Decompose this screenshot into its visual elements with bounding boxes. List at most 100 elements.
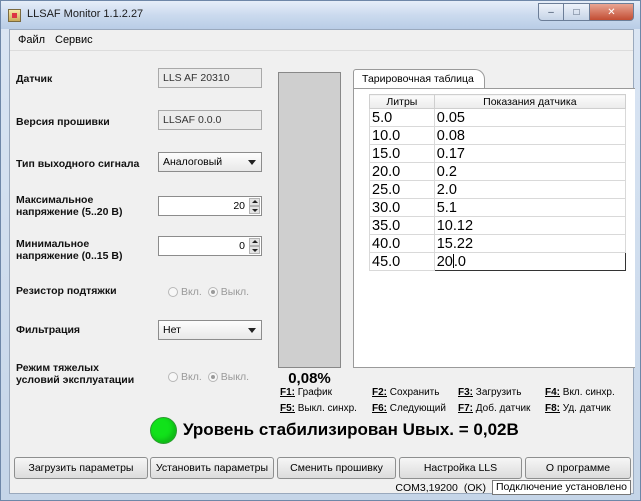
menu-file[interactable]: Файл: [18, 34, 45, 46]
max-voltage-label: Максимальное напряжение (5..20 В): [16, 194, 122, 218]
min-voltage-spinner[interactable]: 0: [158, 236, 262, 256]
min-voltage-label-line1: Минимальное: [16, 238, 90, 250]
connection-status: Подключение установлено: [492, 480, 631, 495]
shortcut-key: F3:: [458, 387, 473, 398]
max-voltage-label-line2: напряжение (5..20 В): [16, 206, 123, 218]
cell-liters[interactable]: 5.0: [369, 108, 435, 127]
output-type-label: Тип выходного сигнала: [16, 158, 140, 170]
close-icon[interactable]: ✕: [590, 3, 634, 21]
spinner-up-icon[interactable]: [249, 238, 260, 246]
port-info: COM3,19200: [395, 481, 458, 494]
cell-reading[interactable]: 0.08: [433, 126, 627, 145]
shortcut-text: Вкл. синхр.: [560, 387, 615, 398]
pullup-on-radio[interactable]: [168, 287, 178, 297]
cell-liters[interactable]: 35.0: [369, 216, 435, 235]
pullup-off-label: Выкл.: [220, 286, 250, 298]
cell-liters[interactable]: 45.0: [369, 252, 435, 271]
menu-service[interactable]: Сервис: [55, 34, 93, 46]
table-row: 40.0 15.22: [369, 234, 627, 253]
tab-calibration-table[interactable]: Тарировочная таблица: [353, 69, 485, 89]
spinner-up-icon[interactable]: [249, 198, 260, 206]
shortcut-key: F7:: [458, 403, 473, 414]
filter-value: Нет: [163, 324, 181, 336]
output-type-value: Аналоговый: [163, 156, 223, 168]
cell-liters[interactable]: 25.0: [369, 180, 435, 199]
shortcut-key: F8:: [545, 403, 560, 414]
shortcut-f4[interactable]: F4: Вкл. синхр.: [545, 387, 615, 398]
minimize-icon[interactable]: –: [538, 3, 564, 21]
table-row: 25.0 2.0: [369, 180, 627, 199]
heavy-mode-radio-group: Вкл. Выкл.: [168, 371, 249, 383]
spinner-down-icon[interactable]: [249, 206, 260, 214]
cell-reading[interactable]: 2.0: [433, 180, 627, 199]
cell-reading[interactable]: 15.22: [433, 234, 627, 253]
shortcut-f8[interactable]: F8: Уд. датчик: [545, 403, 611, 414]
heavy-mode-label: Режим тяжелых условий эксплуатации: [16, 362, 134, 386]
cell-liters[interactable]: 40.0: [369, 234, 435, 253]
cell-liters[interactable]: 30.0: [369, 198, 435, 217]
cell-reading[interactable]: 0.17: [433, 144, 627, 163]
chevron-down-icon: [248, 328, 256, 333]
change-firmware-button[interactable]: Сменить прошивку: [277, 457, 396, 479]
table-row: 15.0 0.17: [369, 144, 627, 163]
port-ok: (OK): [463, 481, 486, 494]
lls-settings-button[interactable]: Настройка LLS: [399, 457, 522, 479]
shortcut-text: Доб. датчик: [473, 403, 531, 414]
max-voltage-label-line1: Максимальное: [16, 194, 94, 206]
pullup-label: Резистор подтяжки: [16, 285, 117, 297]
sensor-field: LLS AF 20310: [158, 68, 262, 88]
table-row: 10.0 0.08: [369, 126, 627, 145]
load-parameters-button[interactable]: Загрузить параметры: [14, 457, 148, 479]
cell-reading[interactable]: 10.12: [433, 216, 627, 235]
pullup-radio-group: Вкл. Выкл.: [168, 286, 249, 298]
shortcut-f1[interactable]: F1: График: [280, 387, 332, 398]
heavy-mode-off-label: Выкл.: [220, 371, 250, 383]
table-header-row: Литры Показания датчика: [369, 94, 627, 109]
text-caret: [452, 253, 454, 268]
cell-liters[interactable]: 10.0: [369, 126, 435, 145]
client-area: Файл Сервис Датчик LLS AF 20310 Версия п…: [9, 29, 635, 495]
cell-reading[interactable]: 20.0: [433, 252, 627, 271]
min-voltage-label-line2: напряжение (0..15 В): [16, 250, 123, 262]
shortcut-text: Сохранить: [387, 387, 440, 398]
column-header-liters[interactable]: Литры: [369, 94, 435, 109]
shortcut-f3[interactable]: F3: Загрузить: [458, 387, 521, 398]
status-text: Уровень стабилизирован Uвых. = 0,02В: [183, 420, 519, 439]
shortcut-key: F6:: [372, 403, 387, 414]
spinner-buttons: [249, 198, 260, 214]
set-parameters-button[interactable]: Установить параметры: [150, 457, 274, 479]
cell-liters[interactable]: 20.0: [369, 162, 435, 181]
about-button[interactable]: О программе: [525, 457, 631, 479]
maximize-icon[interactable]: □: [564, 3, 590, 21]
shortcut-f2[interactable]: F2: Сохранить: [372, 387, 439, 398]
menu-bar: Файл Сервис: [10, 30, 633, 51]
level-gauge: [278, 72, 341, 368]
shortcut-text: Уд. датчик: [560, 403, 611, 414]
heavy-mode-on-radio[interactable]: [168, 372, 178, 382]
shortcut-f7[interactable]: F7: Доб. датчик: [458, 403, 530, 414]
cell-reading[interactable]: 5.1: [433, 198, 627, 217]
cell-reading[interactable]: 0.2: [433, 162, 627, 181]
table-row: 35.0 10.12: [369, 216, 627, 235]
window-controls: – □ ✕: [538, 3, 634, 21]
max-voltage-value: 20: [233, 200, 245, 212]
column-header-reading[interactable]: Показания датчика: [433, 94, 627, 109]
heavy-mode-off-radio[interactable]: [207, 372, 218, 382]
table-row: 20.0 0.2: [369, 162, 627, 181]
filter-label: Фильтрация: [16, 324, 81, 336]
cell-reading[interactable]: 0.05: [433, 108, 627, 127]
filter-select[interactable]: Нет: [158, 320, 262, 340]
output-type-select[interactable]: Аналоговый: [158, 152, 262, 172]
app-window: LLSAF Monitor 1.1.2.27 – □ ✕ Файл Сервис…: [0, 0, 641, 501]
sensor-label: Датчик: [16, 73, 53, 85]
title-bar[interactable]: LLSAF Monitor 1.1.2.27 – □ ✕: [1, 1, 640, 29]
spinner-down-icon[interactable]: [249, 246, 260, 254]
shortcut-key: F1:: [280, 387, 295, 398]
shortcut-f6[interactable]: F6: Следующий: [372, 403, 446, 414]
max-voltage-spinner[interactable]: 20: [158, 196, 262, 216]
table-row: 30.0 5.1: [369, 198, 627, 217]
pullup-off-radio[interactable]: [207, 287, 218, 297]
shortcut-f5[interactable]: F5: Выкл. синхр.: [280, 403, 357, 414]
min-voltage-label: Минимальное напряжение (0..15 В): [16, 238, 122, 262]
cell-liters[interactable]: 15.0: [369, 144, 435, 163]
